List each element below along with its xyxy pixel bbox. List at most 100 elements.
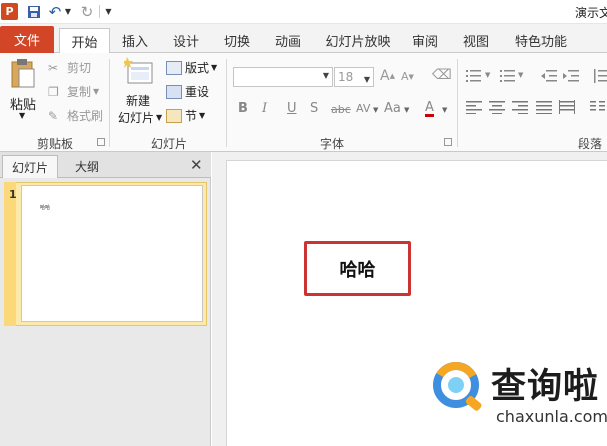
ribbon-tab-row: 文件 开始 插入 设计 切换 动画 幻灯片放映 审阅 视图 特色功能	[0, 24, 607, 54]
tab-file[interactable]: 文件	[0, 26, 54, 53]
section-button[interactable]: 节 ▼	[166, 107, 205, 124]
tab-slideshow[interactable]: 幻灯片放映	[320, 28, 396, 53]
font-group-label: 字体	[319, 137, 344, 151]
align-left-icon[interactable]	[466, 100, 482, 114]
close-panel-icon[interactable]: ✕	[190, 156, 203, 174]
tab-insert[interactable]: 插入	[115, 28, 155, 53]
tab-design[interactable]: 设计	[166, 28, 206, 53]
thumbnail-text: 哈哈	[40, 205, 51, 211]
char-spacing-dropdown-icon[interactable]: ▼	[373, 106, 378, 114]
numbering-icon[interactable]	[500, 69, 516, 83]
tab-slides-panel[interactable]: 幻灯片	[2, 155, 58, 178]
new-slide-dropdown-icon: ▼	[156, 113, 163, 122]
grow-font-label: A	[380, 68, 390, 84]
shrink-font-button[interactable]: A ▼	[401, 70, 414, 83]
section-dropdown-icon: ▼	[199, 111, 206, 120]
tab-review[interactable]: 审阅	[405, 28, 445, 53]
tab-animations[interactable]: 动画	[268, 28, 308, 53]
tab-view[interactable]: 视图	[456, 28, 496, 53]
tab-outline-panel[interactable]: 大纲	[62, 155, 112, 178]
italic-button[interactable]: I	[262, 101, 267, 116]
slides-panel: 幻灯片 大纲 ✕ 1 哈哈	[0, 152, 211, 446]
new-slide-label-1[interactable]: 新建	[126, 92, 150, 109]
redo-icon[interactable]: ↻	[80, 3, 94, 21]
numbering-dropdown-icon[interactable]: ▼	[518, 71, 523, 79]
change-case-dropdown-icon[interactable]: ▼	[404, 106, 409, 114]
copy-button[interactable]: ❐ 复制 ▼	[48, 83, 99, 100]
new-slide-button[interactable]: 幻灯片 ▼	[118, 109, 162, 126]
copy-icon: ❐	[48, 84, 59, 99]
window-title: 演示文	[575, 6, 607, 20]
brush-icon: ✎	[48, 108, 59, 123]
format-painter-button[interactable]: ✎ 格式刷	[48, 107, 103, 124]
justify-icon[interactable]	[536, 100, 552, 114]
underline-button[interactable]: U	[287, 101, 297, 116]
reset-button[interactable]: 重设	[166, 83, 209, 100]
paragraph-group-label: 段落	[578, 137, 603, 151]
section-icon	[166, 108, 182, 123]
tab-home[interactable]: 开始	[59, 28, 110, 54]
increase-indent-icon[interactable]	[563, 69, 579, 83]
undo-icon[interactable]: ↶	[48, 3, 62, 21]
columns-icon[interactable]	[590, 100, 606, 114]
font-name-dropdown-icon[interactable]: ▼	[323, 71, 329, 80]
tab-transitions[interactable]: 切换	[217, 28, 257, 53]
slide-textbox[interactable]: 哈哈	[304, 241, 411, 296]
distributed-icon[interactable]	[559, 100, 575, 114]
font-color-dropdown-icon[interactable]: ▼	[442, 106, 447, 114]
new-slide-icon[interactable]	[124, 57, 154, 85]
slides-group-label: 幻灯片	[150, 137, 187, 151]
bold-button[interactable]: B	[238, 101, 248, 116]
format-painter-label: 格式刷	[67, 109, 104, 123]
save-icon[interactable]	[27, 3, 41, 20]
cut-button[interactable]: ✂ 剪切	[48, 59, 91, 76]
clear-format-icon[interactable]: ⌫	[432, 67, 452, 83]
shadow-button[interactable]: S	[310, 101, 318, 116]
layout-dropdown-icon: ▼	[211, 63, 218, 72]
font-size-dropdown-icon[interactable]: ▼	[364, 71, 370, 89]
qat-separator	[99, 5, 100, 18]
tab-special[interactable]: 特色功能	[510, 28, 572, 53]
clipboard-group-label: 剪贴板	[36, 137, 73, 151]
title-bar: P ↶ ▼ ↻ ▼ 演示文	[0, 0, 607, 24]
align-center-icon[interactable]	[489, 100, 505, 114]
slide-thumbnail[interactable]: 哈哈	[21, 185, 203, 322]
paste-dropdown-icon[interactable]: ▼	[19, 111, 25, 120]
new-slide-label-2: 幻灯片	[118, 111, 155, 125]
powerpoint-logo-icon[interactable]: P	[1, 3, 18, 20]
change-case-button[interactable]: Aa	[384, 101, 401, 116]
thumbnail-accent-bar	[4, 182, 16, 326]
layout-label: 版式	[185, 61, 210, 75]
undo-dropdown-icon[interactable]: ▼	[64, 3, 72, 20]
watermark-title: 查询啦	[491, 367, 600, 407]
ribbon: 粘贴 ▼ ✂ 剪切 ❐ 复制 ▼ ✎ 格式刷 剪贴板 新建 幻灯片 ▼ 版式 ▼…	[0, 53, 607, 152]
char-spacing-button[interactable]: AV	[356, 102, 370, 115]
copy-dropdown-icon[interactable]: ▼	[93, 87, 99, 96]
font-color-button[interactable]: A	[425, 101, 434, 117]
font-launcher-icon[interactable]	[444, 138, 452, 146]
align-right-icon[interactable]	[512, 100, 528, 114]
layout-button[interactable]: 版式 ▼	[166, 59, 217, 76]
group-separator	[226, 59, 227, 147]
watermark-url: chaxunla.com	[496, 407, 607, 426]
reset-label: 重设	[185, 85, 210, 99]
group-separator	[109, 59, 110, 147]
group-separator	[457, 59, 458, 147]
reset-icon	[166, 84, 182, 99]
customize-qat-icon[interactable]: ▼	[104, 3, 113, 20]
cut-label: 剪切	[67, 61, 92, 75]
strikethrough-button[interactable]: abc	[331, 103, 351, 116]
magnifier-logo-icon	[433, 362, 482, 411]
decrease-indent-icon[interactable]	[541, 69, 557, 83]
font-name-combobox[interactable]: ▼	[233, 67, 333, 87]
bullets-icon[interactable]	[466, 69, 482, 83]
clipboard-launcher-icon[interactable]	[97, 138, 105, 146]
line-spacing-icon[interactable]	[593, 69, 607, 83]
shrink-font-label: A	[401, 70, 409, 83]
paste-icon[interactable]	[10, 58, 36, 90]
bullets-dropdown-icon[interactable]: ▼	[485, 71, 490, 79]
panel-tabs: 幻灯片 大纲 ✕	[0, 152, 211, 178]
grow-font-button[interactable]: A ▲	[380, 68, 395, 84]
font-size-combobox[interactable]: 18 ▼	[334, 67, 374, 87]
section-label: 节	[185, 109, 198, 123]
